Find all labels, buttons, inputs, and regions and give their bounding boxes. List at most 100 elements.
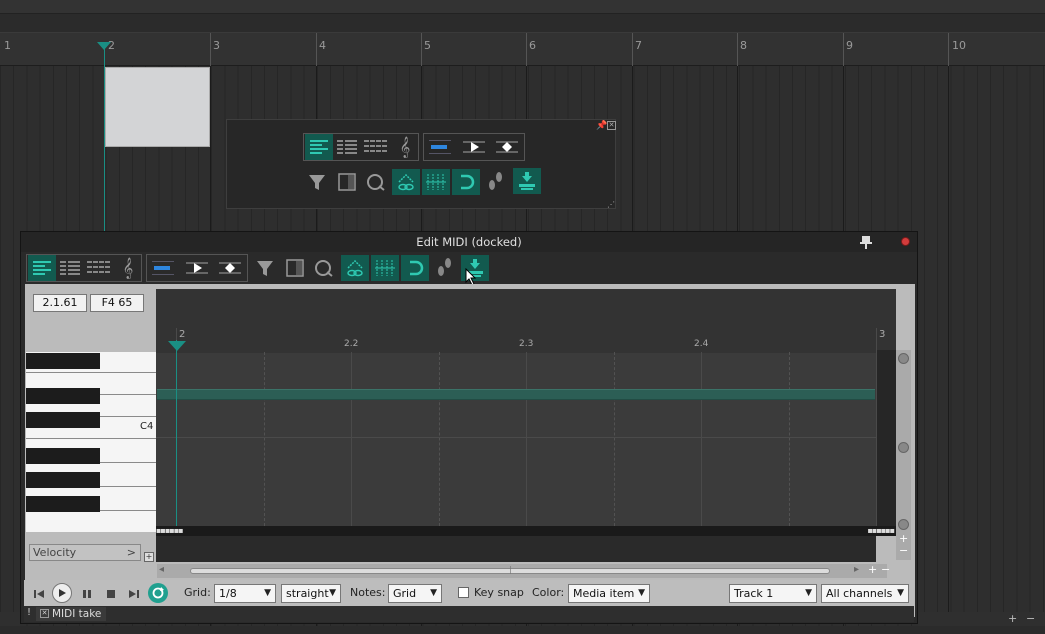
edit-cursor-head[interactable] [97, 42, 111, 50]
skip-back-icon [34, 589, 44, 598]
link-button[interactable] [341, 255, 369, 281]
black-key[interactable] [26, 353, 100, 369]
grid-line [701, 352, 702, 526]
zoom-plus-icon[interactable]: + [1008, 612, 1017, 625]
timeline-ruler[interactable]: 1 2 3 4 5 6 7 8 9 10 [0, 32, 1045, 67]
notation-view-button[interactable]: 𝄞 [114, 255, 142, 281]
loop-button[interactable] [148, 583, 168, 603]
go-to-start-button[interactable] [30, 585, 48, 602]
diamond-notes-button[interactable] [493, 134, 521, 160]
scroll-right-icon[interactable]: ▸ [854, 564, 859, 575]
resize-grip-icon[interactable]: ⋰ [607, 200, 615, 209]
filter-button[interactable] [303, 169, 331, 195]
play-button[interactable] [52, 583, 72, 603]
link-button[interactable] [392, 169, 420, 195]
filter-icon [309, 175, 325, 190]
insert-mode-button[interactable] [513, 168, 541, 194]
note-display[interactable]: F4 65 [90, 294, 144, 312]
quantize-button[interactable] [310, 255, 338, 281]
step-input-button[interactable] [482, 169, 510, 195]
diamond-notes-button[interactable] [216, 255, 244, 281]
arrange-scroll-left[interactable] [0, 612, 20, 626]
midi-note[interactable] [157, 389, 875, 400]
black-key[interactable] [26, 496, 100, 512]
named-notes-view-button[interactable] [56, 255, 84, 281]
color-label: Color: [532, 586, 565, 599]
list-view-icon [310, 140, 328, 154]
vertical-scrollbar[interactable]: + − [896, 350, 911, 560]
piano-keyboard[interactable]: C4 [26, 352, 156, 532]
arrange-scroll-right[interactable]: + − [918, 612, 1045, 626]
note-rect-button[interactable] [149, 255, 177, 281]
pause-button[interactable] [78, 585, 96, 602]
warning-icon: ! [27, 607, 32, 618]
filter-button[interactable] [251, 255, 279, 281]
piano-roll-view-button[interactable] [28, 255, 56, 281]
snap-button[interactable] [401, 255, 429, 281]
zoom-minus-icon[interactable]: − [1026, 612, 1035, 625]
play-icon [186, 262, 208, 274]
inline-editor-button[interactable] [281, 255, 309, 281]
color-select[interactable]: Media item ▼ [568, 584, 650, 603]
media-item[interactable] [105, 67, 210, 147]
drum-view-icon [364, 140, 387, 152]
key-snap-label: Key snap [474, 586, 524, 599]
stop-button[interactable] [102, 585, 120, 602]
midi-ruler-label-2-2: 2.2 [344, 339, 359, 349]
grid-select[interactable]: 1/8 ▼ [214, 584, 276, 603]
quantize-icon [367, 174, 385, 191]
grid-lines-icon [375, 260, 395, 276]
cc-lane-selector[interactable]: Velocity > [29, 544, 141, 561]
h-zoom-in-icon[interactable]: + [868, 563, 877, 576]
grid-type-select[interactable]: straight ▼ [281, 584, 341, 603]
named-notes-view-button[interactable] [333, 134, 361, 160]
cc-lane-divider[interactable]: ▪▪▪▪▪▪ ▪▪▪▪▪▪ [156, 526, 896, 536]
pin-icon[interactable] [859, 235, 873, 249]
drum-view-button[interactable] [84, 255, 114, 281]
triangle-notes-button[interactable] [460, 134, 488, 160]
inline-editor-button[interactable] [333, 169, 361, 195]
h-zoom-out-icon[interactable]: − [881, 563, 890, 576]
notation-view-button[interactable]: 𝄞 [391, 134, 419, 160]
ruler-mark-3: 3 [213, 39, 220, 52]
grid-lines-button[interactable] [371, 255, 399, 281]
go-to-end-button[interactable] [125, 585, 143, 602]
floating-toolbar[interactable]: 📌 ✕ 𝄞 ⋰ [226, 119, 616, 209]
track-select[interactable]: Track 1 ▼ [729, 584, 817, 603]
zoom-out-icon[interactable]: − [899, 544, 908, 557]
snap-button[interactable] [452, 169, 480, 195]
color-select-value: Media item [573, 587, 635, 600]
divider-grip-left-icon[interactable]: ▪▪▪▪▪▪ [156, 526, 184, 535]
pin-icon[interactable]: 📌 [596, 121, 607, 131]
grid-lines-button[interactable] [422, 169, 450, 195]
divider-grip-right-icon[interactable]: ▪▪▪▪▪▪ [867, 526, 895, 535]
position-display[interactable]: 2.1.61 [33, 294, 87, 312]
quantize-button[interactable] [362, 169, 390, 195]
notes-select[interactable]: Grid ▼ [388, 584, 442, 603]
key-snap-checkbox[interactable] [458, 587, 469, 598]
close-icon[interactable]: ✕ [607, 121, 616, 130]
close-take-icon[interactable]: ✕ [40, 609, 49, 618]
cc-lane[interactable] [156, 536, 876, 562]
close-icon[interactable] [901, 237, 910, 246]
black-key[interactable] [26, 448, 100, 464]
step-input-button[interactable] [431, 255, 459, 281]
scroll-down-icon[interactable] [898, 519, 909, 530]
add-cc-lane-button[interactable]: + [144, 552, 154, 562]
scroll-thumb[interactable] [898, 442, 909, 453]
triangle-notes-button[interactable] [183, 255, 211, 281]
drum-view-button[interactable] [361, 134, 391, 160]
piano-roll-view-button[interactable] [305, 134, 333, 160]
notes-select-value: Grid [393, 587, 417, 600]
channel-select[interactable]: All channels ▼ [821, 584, 909, 603]
scroll-up-icon[interactable] [898, 353, 909, 364]
midi-edit-cursor-head[interactable] [168, 341, 186, 351]
black-key[interactable] [26, 472, 100, 488]
note-rect-button[interactable] [426, 134, 454, 160]
black-key[interactable] [26, 388, 100, 404]
scroll-left-icon[interactable]: ◂ [159, 564, 164, 575]
horizontal-scroll-thumb[interactable]: | [190, 565, 830, 574]
black-key[interactable] [26, 412, 100, 428]
chevron-down-icon: ▼ [638, 588, 645, 598]
octave-line [156, 437, 876, 438]
